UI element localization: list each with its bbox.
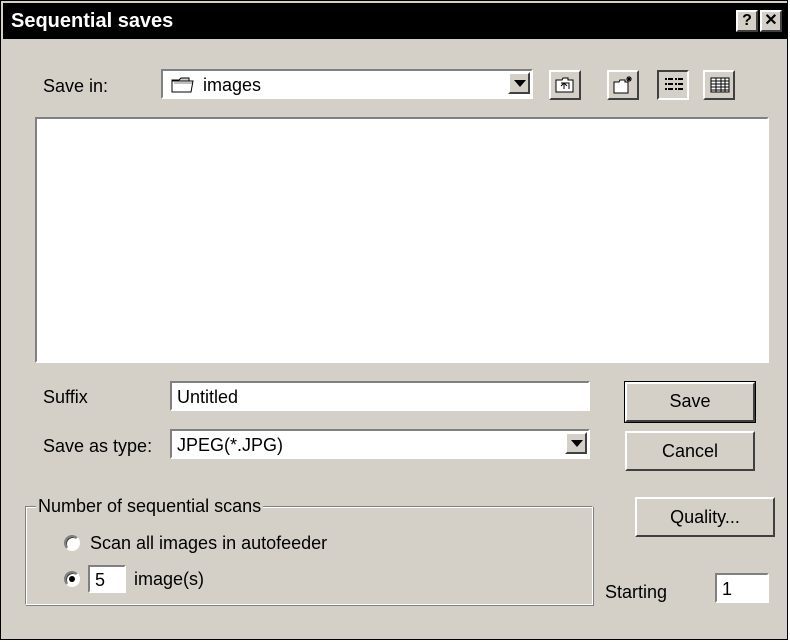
starting-input[interactable]: 1 bbox=[715, 573, 769, 603]
close-button[interactable]: ✕ bbox=[760, 10, 782, 32]
starting-value: 1 bbox=[722, 579, 733, 599]
file-list[interactable] bbox=[35, 117, 769, 363]
save-button[interactable]: Save bbox=[624, 381, 756, 423]
scan-count-radio[interactable] bbox=[64, 571, 80, 587]
sequential-saves-dialog: Sequential saves ? ✕ Save in: images Suf… bbox=[0, 0, 788, 640]
up-one-level-icon bbox=[555, 76, 575, 99]
cancel-button[interactable]: Cancel bbox=[625, 431, 755, 471]
starting-label: Starting bbox=[605, 582, 668, 602]
list-view-button[interactable] bbox=[657, 70, 689, 100]
save-in-value: images bbox=[203, 75, 262, 95]
save-as-type-dropdown-button[interactable] bbox=[565, 432, 587, 454]
save-as-type-combobox[interactable]: JPEG(*.JPG) bbox=[170, 429, 590, 459]
suffix-input[interactable]: Untitled bbox=[170, 381, 590, 411]
save-in-dropdown-button[interactable] bbox=[508, 72, 530, 94]
quality-button[interactable]: Quality... bbox=[635, 497, 775, 537]
save-in-label: Save in: bbox=[43, 76, 109, 96]
list-view-icon bbox=[664, 77, 684, 98]
sequential-scans-legend: Number of sequential scans bbox=[36, 495, 264, 517]
create-new-folder-icon bbox=[613, 75, 635, 100]
save-in-combobox[interactable]: images bbox=[161, 69, 533, 99]
scan-count-suffix-label: image(s) bbox=[134, 569, 205, 589]
details-view-button[interactable] bbox=[703, 70, 735, 100]
create-new-folder-button[interactable] bbox=[607, 70, 639, 100]
scan-count-option[interactable]: 5 image(s) bbox=[64, 565, 284, 595]
help-button[interactable]: ? bbox=[736, 10, 758, 32]
suffix-label: Suffix bbox=[43, 387, 88, 407]
sequential-scans-group: Number of sequential scans Scan all imag… bbox=[25, 495, 593, 605]
title-bar[interactable]: Sequential saves ? ✕ bbox=[3, 3, 787, 39]
scan-count-value: 5 bbox=[95, 570, 106, 590]
up-one-level-button[interactable] bbox=[549, 70, 581, 100]
suffix-value: Untitled bbox=[177, 387, 239, 407]
scan-count-input[interactable]: 5 bbox=[88, 565, 126, 593]
details-view-icon bbox=[710, 77, 730, 98]
save-as-type-value: JPEG(*.JPG) bbox=[177, 435, 284, 455]
scan-all-label: Scan all images in autofeeder bbox=[90, 533, 328, 553]
folder-icon bbox=[171, 77, 195, 98]
scan-all-option[interactable]: Scan all images in autofeeder bbox=[64, 531, 364, 555]
scan-all-radio[interactable] bbox=[64, 535, 80, 551]
save-as-type-label: Save as type: bbox=[43, 436, 153, 456]
window-title: Sequential saves bbox=[11, 10, 174, 32]
